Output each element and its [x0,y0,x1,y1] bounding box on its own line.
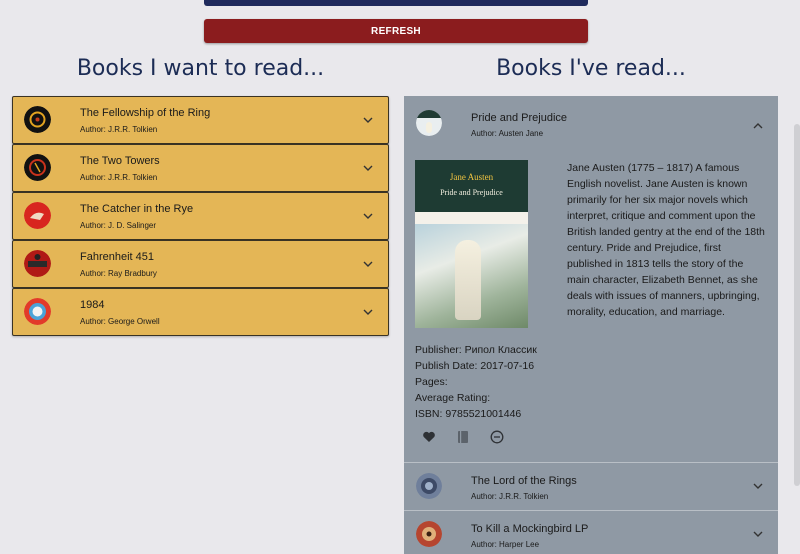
heart-icon[interactable] [422,430,436,444]
book-pride-prejudice-header[interactable]: Pride and Prejudice Author: Austen Jane [404,96,778,152]
book-catcher[interactable]: The Catcher in the Rye Author: J. D. Sal… [12,192,389,240]
book-thumbnail [416,521,442,547]
book-author: Author: J.R.R. Tolkien [471,492,549,501]
book-thumbnail [24,298,51,325]
book-title: The Fellowship of the Ring [80,107,211,119]
book-icon[interactable] [456,430,470,444]
chevron-down-icon[interactable] [362,210,374,222]
chevron-down-icon[interactable] [362,114,374,126]
book-two-towers[interactable]: The Two Towers Author: J.R.R. Tolkien [12,144,389,192]
chevron-up-icon[interactable] [752,120,764,132]
book-title: Fahrenheit 451 [80,251,154,263]
page-scrollbar[interactable] [794,124,800,486]
book-author: Author: Harper Lee [471,540,540,549]
publish-date: Publish Date: 2017-07-16 [415,360,535,372]
remove-icon[interactable] [490,430,504,444]
book-cover-image: Jane Austen Pride and Prejudice [415,160,528,328]
book-author: Author: J.R.R. Tolkien [80,173,158,182]
book-author: Author: Ray Bradbury [80,269,157,278]
publisher: Publisher: Рипол Классик [415,344,537,356]
chevron-down-icon[interactable] [362,306,374,318]
book-thumbnail [24,106,51,133]
read-heading: Books I've read... [496,56,686,81]
book-title: Pride and Prejudice [471,112,568,124]
book-1984[interactable]: 1984 Author: George Orwell [12,288,389,336]
book-thumbnail [24,202,51,229]
top-action-button[interactable] [204,0,588,6]
chevron-down-icon[interactable] [752,480,764,492]
book-title: To Kill a Mockingbird LP [471,523,589,535]
book-title: 1984 [80,299,105,311]
book-author: Author: George Orwell [80,317,160,326]
read-list: Pride and Prejudice Author: Austen Jane … [404,96,778,554]
book-metadata: Publisher: Рипол Классик Publish Date: 2… [415,342,537,422]
book-title: The Lord of the Rings [471,475,577,487]
chevron-down-icon[interactable] [752,528,764,540]
book-description: Jane Austen (1775 – 1817) A famous Engli… [567,162,765,318]
book-lord-of-the-rings[interactable]: The Lord of the Rings Author: J.R.R. Tol… [404,462,778,510]
pages: Pages: [415,376,448,388]
refresh-button[interactable]: REFRESH [204,19,588,43]
book-to-kill-a-mockingbird[interactable]: To Kill a Mockingbird LP Author: Harper … [404,510,778,554]
cover-title: Pride and Prejudice [440,188,503,197]
book-title: The Two Towers [80,155,160,167]
want-to-read-list: The Fellowship of the Ring Author: J.R.R… [12,96,389,336]
book-author: Author: J. D. Salinger [80,221,157,230]
book-thumbnail [24,154,51,181]
book-thumbnail [416,473,442,499]
book-thumbnail [24,250,51,277]
book-author: Author: J.R.R. Tolkien [80,125,158,134]
book-title: The Catcher in the Rye [80,203,194,215]
chevron-down-icon[interactable] [362,258,374,270]
cover-author: Jane Austen [449,172,494,182]
isbn: ISBN: 9785521001446 [415,408,522,420]
book-fellowship[interactable]: The Fellowship of the Ring Author: J.R.R… [12,96,389,144]
book-fahrenheit[interactable]: Fahrenheit 451 Author: Ray Bradbury [12,240,389,288]
average-rating: Average Rating: [415,392,491,404]
book-author: Author: Austen Jane [471,129,544,138]
book-thumbnail [416,110,442,136]
chevron-down-icon[interactable] [362,162,374,174]
want-to-read-heading: Books I want to read... [76,56,325,81]
